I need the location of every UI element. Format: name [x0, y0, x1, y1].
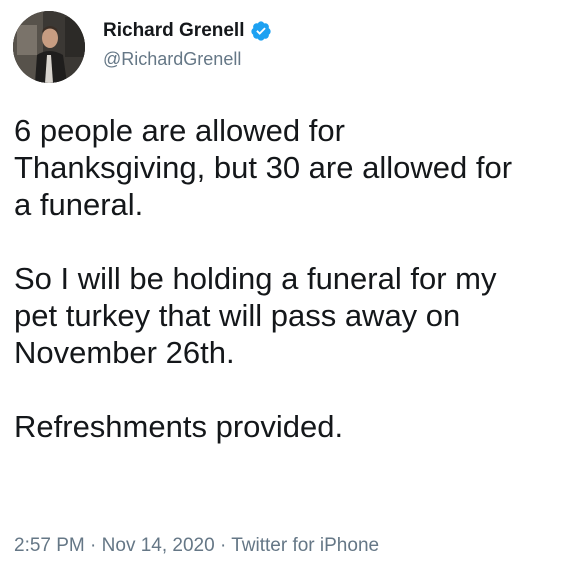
tweet-header: Richard Grenell @RichardGrenell — [13, 11, 568, 83]
tweet-meta: 2:57 PM · Nov 14, 2020 · Twitter for iPh… — [14, 535, 379, 557]
tweet-paragraph: 6 people are allowed for Thanksgiving, b… — [14, 113, 513, 222]
meta-separator: · — [90, 535, 97, 556]
tweet-paragraph: So I will be holding a funeral for my pe… — [14, 261, 497, 370]
tweet-paragraph: Refreshments provided. — [14, 409, 344, 444]
name-row: Richard Grenell — [103, 19, 503, 43]
tweet-source[interactable]: Twitter for iPhone — [231, 535, 379, 556]
author-handle[interactable]: @RichardGrenell — [103, 49, 503, 70]
meta-separator: · — [219, 535, 227, 556]
display-name[interactable]: Richard Grenell — [103, 20, 245, 42]
author-info: Richard Grenell @RichardGrenell — [103, 19, 503, 70]
verified-badge-icon — [250, 20, 272, 42]
tweet-text: 6 people are allowed for Thanksgiving, b… — [14, 112, 570, 445]
tweet-time[interactable]: 2:57 PM — [14, 535, 85, 556]
tweet-date[interactable]: Nov 14, 2020 — [102, 535, 215, 556]
avatar[interactable] — [13, 11, 85, 83]
avatar-image — [13, 11, 85, 83]
